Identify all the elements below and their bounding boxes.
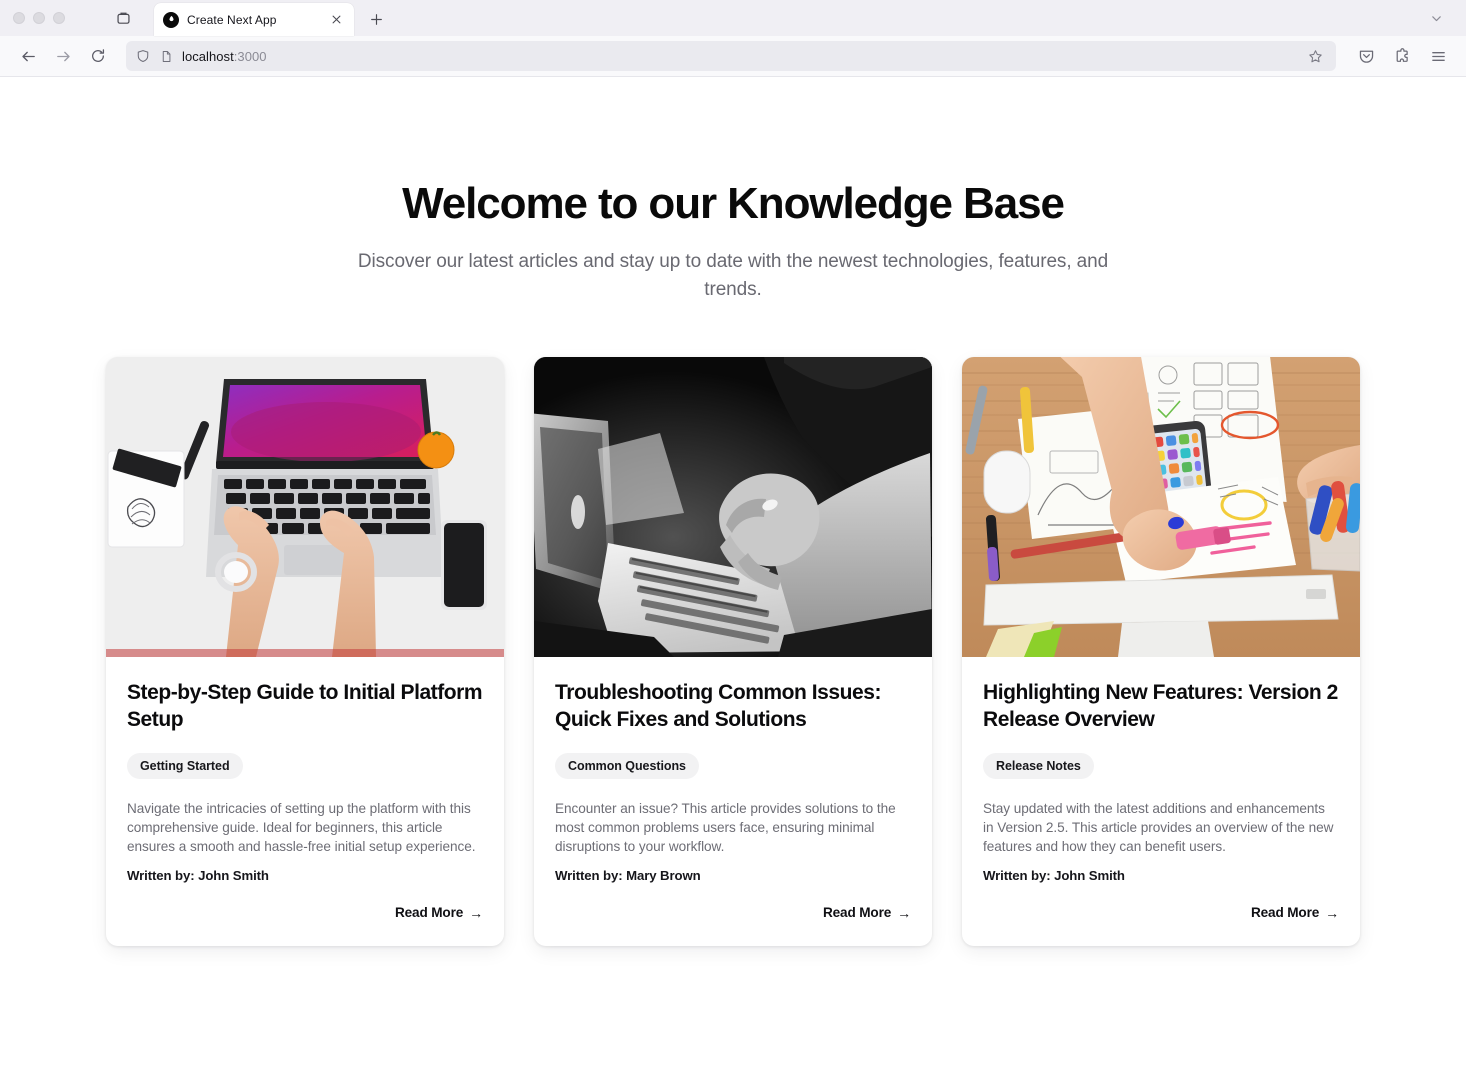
hamburger-menu-icon[interactable] bbox=[1422, 40, 1454, 72]
article-card[interactable]: Highlighting New Features: Version 2 Rel… bbox=[962, 356, 1360, 947]
article-thumbnail-bw-hands-laptop bbox=[534, 356, 932, 657]
url-bar[interactable]: localhost:3000 bbox=[126, 41, 1336, 71]
window-controls bbox=[0, 0, 78, 36]
article-card-body: Highlighting New Features: Version 2 Rel… bbox=[962, 657, 1360, 946]
pocket-save-icon[interactable] bbox=[1350, 40, 1382, 72]
article-card-grid: Step-by-Step Guide to Initial Platform S… bbox=[0, 356, 1466, 947]
article-title: Troubleshooting Common Issues: Quick Fix… bbox=[555, 680, 882, 732]
article-card-body: Troubleshooting Common Issues: Quick Fix… bbox=[534, 657, 932, 946]
read-more-link[interactable]: Read More → bbox=[823, 905, 911, 920]
read-more-label: Read More bbox=[394, 905, 464, 921]
article-card-body: Step-by-Step Guide to Initial Platform S… bbox=[106, 657, 504, 946]
browser-window: Create Next App localhost:3000 Welcome t… bbox=[0, 0, 1466, 1079]
article-tag[interactable]: Release Notes bbox=[983, 752, 1094, 779]
arrow-right-icon: → bbox=[1325, 904, 1339, 921]
page-title: Welcome to our Knowledge Base bbox=[402, 179, 1065, 228]
article-thumbnail-designer-sketching bbox=[962, 356, 1360, 657]
article-title: Step-by-Step Guide to Initial Platform S… bbox=[127, 680, 483, 732]
article-card-footer: Read More → bbox=[127, 905, 483, 920]
article-title: Highlighting New Features: Version 2 Rel… bbox=[983, 680, 1338, 732]
page-document-icon bbox=[158, 48, 175, 65]
url-text: localhost:3000 bbox=[182, 49, 267, 64]
toolbar-right bbox=[1350, 40, 1454, 72]
tab-title: Create Next App bbox=[187, 12, 277, 27]
read-more-link[interactable]: Read More → bbox=[1251, 905, 1339, 920]
read-more-link[interactable]: Read More → bbox=[395, 905, 483, 920]
new-tab-button[interactable] bbox=[361, 4, 391, 34]
article-description: Stay updated with the latest additions a… bbox=[983, 800, 1334, 854]
forward-button[interactable] bbox=[47, 40, 79, 72]
page-subtitle: Discover our latest articles and stay up… bbox=[357, 250, 1109, 301]
tab-list-icon[interactable] bbox=[108, 3, 138, 33]
navigation-toolbar: localhost:3000 bbox=[0, 36, 1466, 77]
article-tag[interactable]: Common Questions bbox=[555, 752, 699, 779]
tab-strip-right bbox=[1422, 0, 1466, 36]
close-icon[interactable] bbox=[328, 11, 345, 28]
article-thumbnail-desk-laptop-typing bbox=[106, 356, 504, 657]
url-host: localhost bbox=[182, 48, 234, 64]
chevron-down-icon[interactable] bbox=[1422, 4, 1450, 32]
article-description: Encounter an issue? This article provide… bbox=[555, 800, 896, 854]
extensions-puzzle-icon[interactable] bbox=[1386, 40, 1418, 72]
tab-strip: Create Next App bbox=[0, 0, 1466, 36]
page-content: Welcome to our Knowledge Base Discover o… bbox=[0, 77, 1466, 947]
nextjs-favicon bbox=[163, 11, 179, 28]
reload-button[interactable] bbox=[82, 40, 114, 72]
url-port: :3000 bbox=[233, 48, 267, 64]
article-author: Written by: John Smith bbox=[983, 868, 1125, 884]
article-author: Written by: John Smith bbox=[127, 868, 269, 884]
article-description: Navigate the intricacies of setting up t… bbox=[127, 800, 476, 854]
browser-tab[interactable]: Create Next App bbox=[154, 3, 354, 36]
article-tag[interactable]: Getting Started bbox=[127, 752, 243, 779]
article-card-footer: Read More → bbox=[983, 905, 1339, 920]
article-card-footer: Read More → bbox=[555, 905, 911, 920]
article-author: Written by: Mary Brown bbox=[555, 868, 701, 884]
back-button[interactable] bbox=[12, 40, 44, 72]
window-maximize-button[interactable] bbox=[53, 12, 65, 24]
arrow-right-icon: → bbox=[897, 904, 911, 921]
page-viewport: Welcome to our Knowledge Base Discover o… bbox=[0, 77, 1466, 1079]
shield-icon bbox=[134, 48, 151, 65]
article-card[interactable]: Troubleshooting Common Issues: Quick Fix… bbox=[534, 356, 932, 947]
read-more-label: Read More bbox=[1250, 905, 1320, 921]
star-icon[interactable] bbox=[1302, 43, 1328, 69]
hero-section: Welcome to our Knowledge Base Discover o… bbox=[0, 179, 1466, 305]
window-close-button[interactable] bbox=[13, 12, 25, 24]
article-card[interactable]: Step-by-Step Guide to Initial Platform S… bbox=[106, 356, 504, 947]
read-more-label: Read More bbox=[822, 905, 892, 921]
window-minimize-button[interactable] bbox=[33, 12, 45, 24]
arrow-right-icon: → bbox=[469, 904, 483, 921]
